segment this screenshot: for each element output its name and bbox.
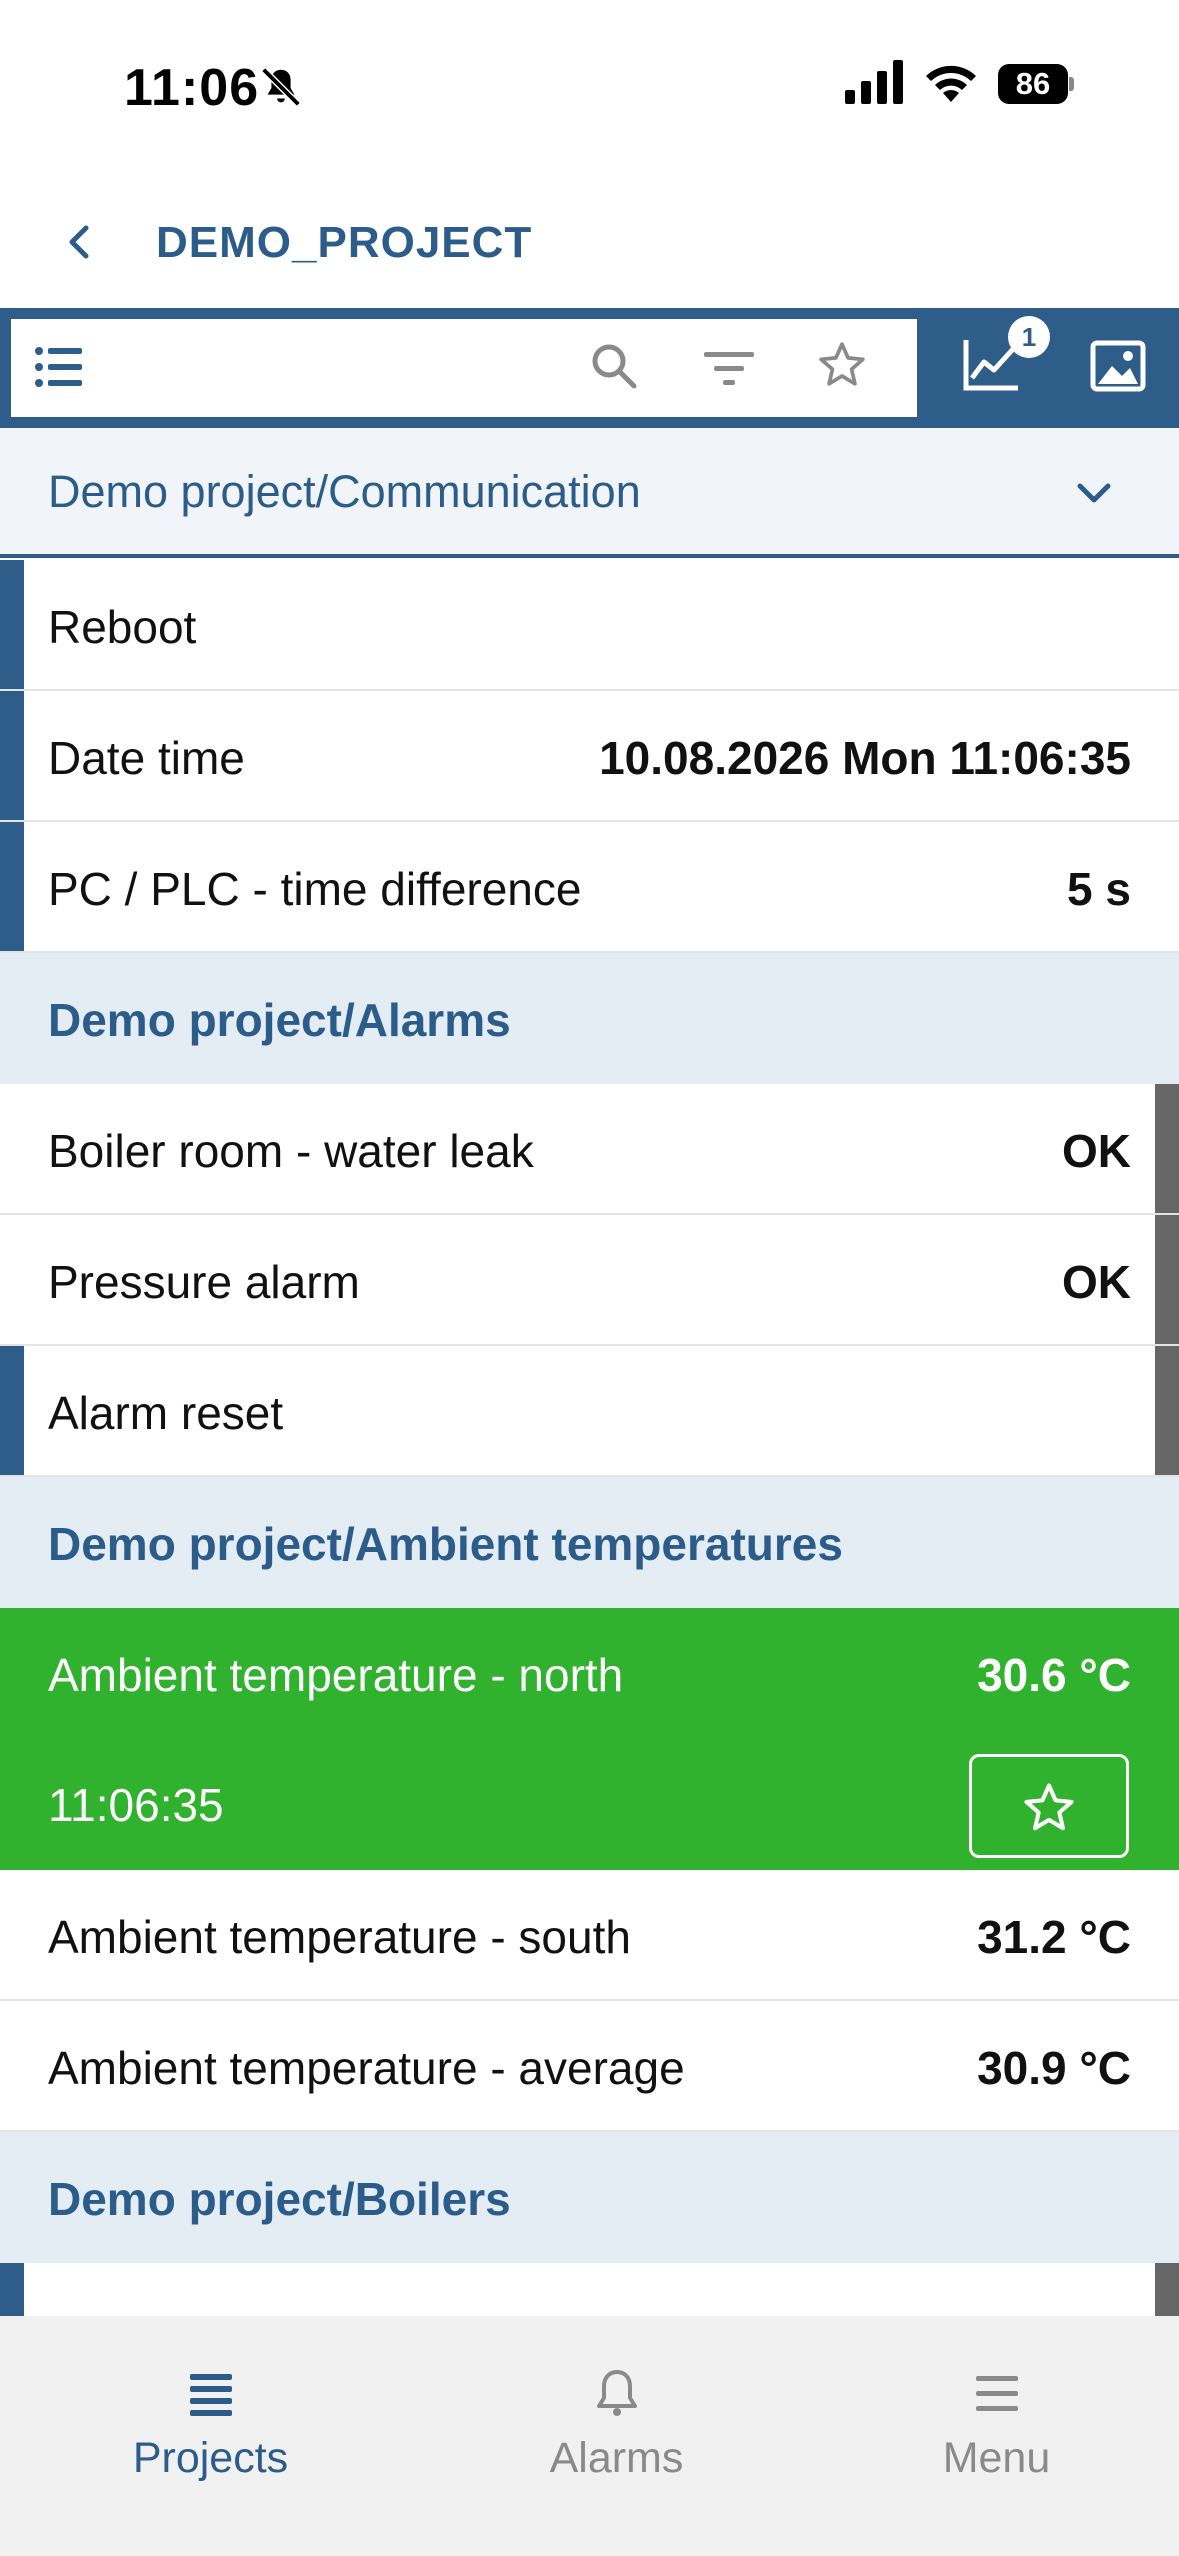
- list-item[interactable]: Ambient temperature - average 30.9 °C: [0, 2001, 1179, 2132]
- battery-indicator: 86: [998, 64, 1074, 106]
- list-item[interactable]: PC / PLC - time difference 5 s: [0, 822, 1179, 953]
- list-item[interactable]: Date time 10.08.2026 Mon 11:06:35: [0, 691, 1179, 822]
- section-header: Demo project/Ambient temperatures: [0, 1477, 1179, 1608]
- wifi-icon: [926, 65, 976, 102]
- section-header: Demo project/Boilers: [0, 2132, 1179, 2263]
- chevron-down-icon: [1077, 483, 1111, 503]
- star-icon: [1024, 1783, 1074, 1831]
- status-bar: 11:06 86: [0, 0, 1179, 170]
- tab-menu[interactable]: Menu: [800, 2316, 1179, 2516]
- image-icon[interactable]: [1090, 340, 1146, 392]
- signal-icon: [845, 60, 903, 104]
- status-time: 11:06: [124, 59, 260, 117]
- filter-icon[interactable]: [704, 350, 754, 386]
- tab-projects[interactable]: Projects: [14, 2316, 407, 2516]
- group-selector[interactable]: Demo project/Communication: [0, 428, 1179, 558]
- tab-label: Projects: [132, 2434, 289, 2482]
- page-title: DEMO_PROJECT: [156, 218, 533, 267]
- add-favorite-button[interactable]: [969, 1754, 1129, 1858]
- list-item[interactable]: Alarm reset: [0, 1346, 1179, 1477]
- tab-label: Menu: [942, 2434, 1051, 2482]
- tab-alarms[interactable]: Alarms: [420, 2316, 813, 2516]
- list-icon: [190, 2374, 232, 2416]
- timestamp: 11:06:35: [48, 1779, 224, 1831]
- section-header: Demo project/Alarms: [0, 953, 1179, 1084]
- bell-icon: [597, 2370, 637, 2416]
- list-item[interactable]: Reboot: [0, 560, 1179, 691]
- tab-label: Alarms: [549, 2434, 684, 2482]
- bell-muted-icon: [261, 67, 301, 107]
- back-chevron-icon[interactable]: [58, 220, 98, 264]
- list-item[interactable]: Ambient temperature - south 31.2 °C: [0, 1870, 1179, 2001]
- list-item[interactable]: Boiler room - water leak OK: [0, 1084, 1179, 1215]
- group-selector-label: Demo project/Communication: [48, 466, 641, 517]
- battery-level: 86: [998, 64, 1068, 104]
- list-item[interactable]: Pressure alarm OK: [0, 1215, 1179, 1346]
- search-filter-box[interactable]: [8, 316, 920, 420]
- chart-badge: 1: [1008, 316, 1050, 358]
- menu-icon: [976, 2376, 1018, 2411]
- bottom-tab-bar: Projects Alarms Menu: [0, 2316, 1179, 2556]
- favorite-star-icon[interactable]: [816, 340, 868, 390]
- search-icon[interactable]: [590, 342, 638, 390]
- datapoint-list: Reboot Date time 10.08.2026 Mon 11:06:35…: [0, 560, 1179, 2394]
- list-item-selected[interactable]: Ambient temperature - north 30.6 °C 11:0…: [0, 1608, 1179, 1870]
- list-view-icon[interactable]: [34, 344, 84, 390]
